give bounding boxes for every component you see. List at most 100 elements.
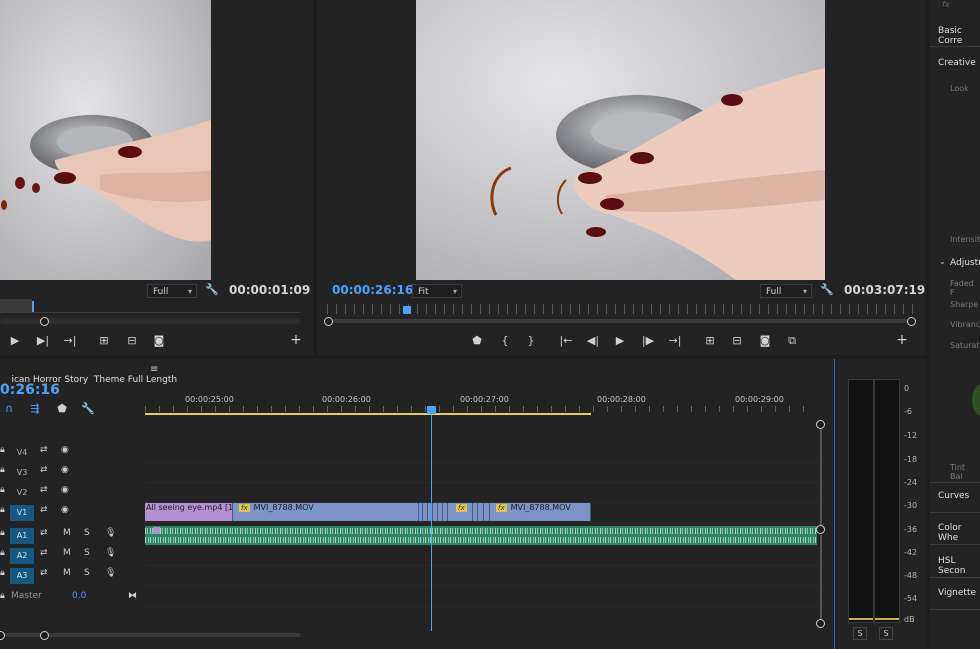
lock-icon[interactable]: 🔒︎ xyxy=(0,505,5,515)
microphone-icon[interactable]: 🎙︎ xyxy=(105,528,116,538)
toggle-sync-icon[interactable]: ⇄ xyxy=(40,485,48,495)
track-name[interactable]: V2 xyxy=(10,485,34,501)
lock-icon[interactable]: 🔒︎ xyxy=(0,485,5,495)
microphone-icon[interactable]: 🎙︎ xyxy=(105,548,116,558)
program-time-ruler[interactable] xyxy=(327,304,913,314)
go-to-end-icon[interactable]: ⧓ xyxy=(128,591,137,601)
mute-button[interactable]: M xyxy=(63,528,71,538)
track-name[interactable]: A1 xyxy=(10,528,34,544)
audio-clip-a1[interactable] xyxy=(145,526,817,545)
program-scroll-left[interactable] xyxy=(324,317,333,326)
compare-view-icon[interactable]: ⧉ xyxy=(785,335,799,347)
track-name[interactable]: A3 xyxy=(10,568,34,584)
program-scrollbar[interactable] xyxy=(327,319,913,323)
extract-icon[interactable]: ⊟ xyxy=(730,335,744,347)
mark-in-icon[interactable]: { xyxy=(498,335,512,347)
mute-button[interactable]: M xyxy=(63,568,71,578)
vertical-scroll-mid[interactable] xyxy=(816,525,825,534)
lift-icon[interactable]: ⊞ xyxy=(703,335,717,347)
clip-mvi-8788-b[interactable]: fx MVI_8788.MOV xyxy=(490,503,591,521)
add-button-icon[interactable]: + xyxy=(895,333,909,347)
add-marker-icon[interactable]: ⬟ xyxy=(470,335,484,347)
track-name[interactable]: V4 xyxy=(10,445,34,461)
go-to-out-icon[interactable]: →| xyxy=(668,335,682,347)
lock-icon[interactable]: 🔒︎ xyxy=(0,528,5,538)
lane-master[interactable] xyxy=(145,586,817,607)
creative-section[interactable]: Creative xyxy=(938,58,976,68)
timeline-scroll-right[interactable] xyxy=(40,631,49,640)
linked-selection-icon[interactable]: ⇶ xyxy=(28,403,42,415)
solo-right-button[interactable]: S xyxy=(879,627,893,640)
overwrite-icon[interactable]: ⊟ xyxy=(125,335,139,347)
lane-a3[interactable] xyxy=(145,566,817,586)
timeline-ruler[interactable]: 00:00:25:00 00:00:26:00 00:00:27:00 00:0… xyxy=(145,389,817,417)
wrench-icon[interactable]: 🔧 xyxy=(81,403,95,415)
vignette-section[interactable]: Vignette xyxy=(938,588,976,598)
hsl-secondary-section[interactable]: HSL Secon xyxy=(938,556,980,576)
basic-correction-section[interactable]: Basic Corre xyxy=(938,26,980,46)
camera-icon[interactable]: ◙ xyxy=(758,335,772,347)
lock-icon[interactable]: 🔒︎ xyxy=(0,445,5,455)
go-to-out-icon[interactable]: →| xyxy=(63,335,77,347)
program-resolution-select[interactable]: Full ▾ xyxy=(760,284,812,298)
lane-v4[interactable] xyxy=(145,443,817,463)
camera-icon[interactable]: ◙ xyxy=(152,335,166,347)
lock-icon[interactable]: 🔒︎ xyxy=(0,568,5,578)
toggle-sync-icon[interactable]: ⇄ xyxy=(40,528,48,538)
program-fit-select[interactable]: Fit ▾ xyxy=(412,284,462,298)
step-back-icon[interactable]: ◀| xyxy=(586,335,600,347)
playhead-handle-icon[interactable] xyxy=(427,406,436,414)
wrench-icon[interactable]: 🔧 xyxy=(205,284,219,296)
play-icon[interactable]: ▶ xyxy=(613,335,627,347)
eye-icon[interactable]: ◉ xyxy=(61,445,69,455)
vertical-scroll-top[interactable] xyxy=(816,420,825,429)
step-forward-icon[interactable]: |▶ xyxy=(641,335,655,347)
vertical-scrollbar[interactable] xyxy=(820,429,822,525)
toggle-sync-icon[interactable]: ⇄ xyxy=(40,568,48,578)
solo-left-button[interactable]: S xyxy=(853,627,867,640)
chevron-down-icon[interactable]: ⌄ xyxy=(939,257,946,266)
toggle-sync-icon[interactable]: ⇄ xyxy=(40,548,48,558)
menu-icon[interactable]: ≡ xyxy=(150,364,158,375)
lock-icon[interactable]: 🔒︎ xyxy=(0,465,5,475)
source-scroll-handle[interactable] xyxy=(40,317,49,326)
track-name[interactable]: V3 xyxy=(10,465,34,481)
solo-button[interactable]: S xyxy=(84,568,90,578)
toggle-sync-icon[interactable]: ⇄ xyxy=(40,505,48,515)
lane-v3[interactable] xyxy=(145,463,817,483)
toggle-sync-icon[interactable]: ⇄ xyxy=(40,445,48,455)
mark-out-icon[interactable]: } xyxy=(524,335,538,347)
solo-button[interactable]: S xyxy=(84,548,90,558)
master-volume-value[interactable]: 0.0 xyxy=(72,591,86,601)
lock-icon[interactable]: 🔒︎ xyxy=(0,548,5,558)
vertical-scroll-bottom[interactable] xyxy=(816,619,825,628)
clip-fx-small[interactable]: fx xyxy=(448,503,473,521)
source-zoom-select[interactable]: Full ▾ xyxy=(147,284,197,298)
eye-icon[interactable]: ◉ xyxy=(61,505,69,515)
solo-button[interactable]: S xyxy=(84,528,90,538)
lane-a2[interactable] xyxy=(145,546,817,566)
eye-icon[interactable]: ◉ xyxy=(61,465,69,475)
track-name[interactable]: A2 xyxy=(10,548,34,564)
clip-all-seeing-eye[interactable]: All seeing eye.mp4 [150%] xyxy=(145,503,233,521)
insert-icon[interactable]: ⊞ xyxy=(97,335,111,347)
timeline-playhead-time[interactable]: 0:26:16 xyxy=(0,382,60,398)
curves-section[interactable]: Curves xyxy=(938,491,969,501)
track-name[interactable]: V1 xyxy=(10,505,34,521)
add-button-icon[interactable]: + xyxy=(289,333,303,347)
mute-button[interactable]: M xyxy=(63,548,71,558)
color-wheels-section[interactable]: Color Whe xyxy=(938,523,980,543)
program-current-time[interactable]: 00:00:26:16 xyxy=(332,283,413,297)
work-area-bar[interactable] xyxy=(145,413,591,415)
playhead-line[interactable] xyxy=(431,411,432,631)
lane-v2[interactable] xyxy=(145,483,817,503)
program-scroll-right[interactable] xyxy=(907,317,916,326)
clip-mvi-8788-a[interactable]: fx MVI_8788.MOV xyxy=(233,503,419,521)
eye-icon[interactable]: ◉ xyxy=(61,485,69,495)
snap-magnet-icon[interactable]: ∩ xyxy=(2,403,16,415)
adjustments-subsection[interactable]: Adjustm xyxy=(950,258,980,268)
vertical-scrollbar-lower[interactable] xyxy=(820,535,822,619)
playhead-marker-icon[interactable] xyxy=(403,306,411,314)
toggle-sync-icon[interactable]: ⇄ xyxy=(40,465,48,475)
step-forward-icon[interactable]: ▶| xyxy=(36,335,50,347)
